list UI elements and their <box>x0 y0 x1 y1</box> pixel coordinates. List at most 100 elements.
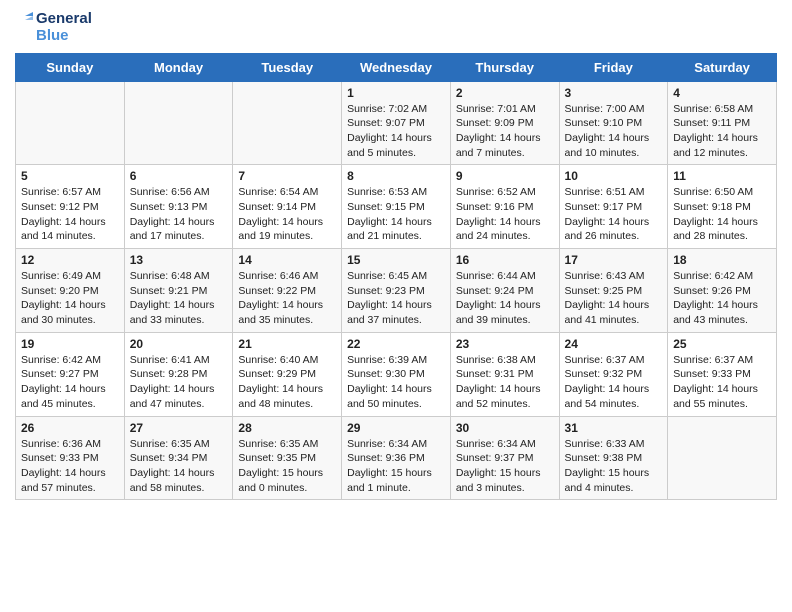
calendar-week-row: 12 Sunrise: 6:49 AM Sunset: 9:20 PM Dayli… <box>16 249 777 333</box>
day-info: Sunrise: 6:54 AM Sunset: 9:14 PM Dayligh… <box>238 185 336 244</box>
calendar-cell: 15 Sunrise: 6:45 AM Sunset: 9:23 PM Dayli… <box>342 249 451 333</box>
day-info: Sunrise: 6:40 AM Sunset: 9:29 PM Dayligh… <box>238 353 336 412</box>
calendar-cell: 28 Sunrise: 6:35 AM Sunset: 9:35 PM Dayli… <box>233 416 342 500</box>
day-info: Sunrise: 6:42 AM Sunset: 9:27 PM Dayligh… <box>21 353 119 412</box>
day-info: Sunrise: 6:49 AM Sunset: 9:20 PM Dayligh… <box>21 269 119 328</box>
calendar-cell: 24 Sunrise: 6:37 AM Sunset: 9:32 PM Dayli… <box>559 332 668 416</box>
weekday-row: SundayMondayTuesdayWednesdayThursdayFrid… <box>16 53 777 81</box>
day-number: 30 <box>456 421 554 435</box>
day-info: Sunrise: 6:37 AM Sunset: 9:32 PM Dayligh… <box>565 353 663 412</box>
day-info: Sunrise: 6:37 AM Sunset: 9:33 PM Dayligh… <box>673 353 771 412</box>
day-number: 5 <box>21 169 119 183</box>
day-number: 3 <box>565 86 663 100</box>
calendar-cell <box>16 81 125 165</box>
page-header: General Blue <box>15 10 777 45</box>
day-number: 25 <box>673 337 771 351</box>
logo-general: General <box>36 10 92 27</box>
calendar-header: SundayMondayTuesdayWednesdayThursdayFrid… <box>16 53 777 81</box>
weekday-header: Monday <box>124 53 233 81</box>
day-info: Sunrise: 6:45 AM Sunset: 9:23 PM Dayligh… <box>347 269 445 328</box>
calendar-cell: 1 Sunrise: 7:02 AM Sunset: 9:07 PM Daylig… <box>342 81 451 165</box>
day-info: Sunrise: 6:35 AM Sunset: 9:34 PM Dayligh… <box>130 437 228 496</box>
day-info: Sunrise: 6:52 AM Sunset: 9:16 PM Dayligh… <box>456 185 554 244</box>
day-info: Sunrise: 6:48 AM Sunset: 9:21 PM Dayligh… <box>130 269 228 328</box>
day-info: Sunrise: 7:01 AM Sunset: 9:09 PM Dayligh… <box>456 102 554 161</box>
day-number: 13 <box>130 253 228 267</box>
day-info: Sunrise: 6:57 AM Sunset: 9:12 PM Dayligh… <box>21 185 119 244</box>
logo-text: General Blue <box>36 10 92 45</box>
day-number: 18 <box>673 253 771 267</box>
day-number: 14 <box>238 253 336 267</box>
calendar-cell: 11Sunrise: 6:50 AM Sunset: 9:18 PM Dayli… <box>668 165 777 249</box>
weekday-header: Friday <box>559 53 668 81</box>
calendar-cell: 10 Sunrise: 6:51 AM Sunset: 9:17 PM Dayli… <box>559 165 668 249</box>
day-number: 19 <box>21 337 119 351</box>
day-number: 20 <box>130 337 228 351</box>
day-info: Sunrise: 6:56 AM Sunset: 9:13 PM Dayligh… <box>130 185 228 244</box>
calendar-cell: 18 Sunrise: 6:42 AM Sunset: 9:26 PM Dayli… <box>668 249 777 333</box>
day-number: 7 <box>238 169 336 183</box>
calendar-cell <box>124 81 233 165</box>
calendar-cell: 31 Sunrise: 6:33 AM Sunset: 9:38 PM Dayli… <box>559 416 668 500</box>
day-number: 15 <box>347 253 445 267</box>
day-number: 28 <box>238 421 336 435</box>
day-number: 4 <box>673 86 771 100</box>
day-info: Sunrise: 6:35 AM Sunset: 9:35 PM Dayligh… <box>238 437 336 496</box>
day-number: 9 <box>456 169 554 183</box>
calendar-cell: 29 Sunrise: 6:34 AM Sunset: 9:36 PM Dayli… <box>342 416 451 500</box>
logo-wrapper: General Blue <box>15 10 92 45</box>
calendar-cell: 9 Sunrise: 6:52 AM Sunset: 9:16 PM Daylig… <box>450 165 559 249</box>
day-info: Sunrise: 6:42 AM Sunset: 9:26 PM Dayligh… <box>673 269 771 328</box>
weekday-header: Sunday <box>16 53 125 81</box>
day-number: 17 <box>565 253 663 267</box>
calendar-week-row: 19 Sunrise: 6:42 AM Sunset: 9:27 PM Dayli… <box>16 332 777 416</box>
day-number: 2 <box>456 86 554 100</box>
calendar-cell: 27 Sunrise: 6:35 AM Sunset: 9:34 PM Dayli… <box>124 416 233 500</box>
calendar-cell <box>233 81 342 165</box>
day-info: Sunrise: 6:34 AM Sunset: 9:36 PM Dayligh… <box>347 437 445 496</box>
day-info: Sunrise: 7:02 AM Sunset: 9:07 PM Dayligh… <box>347 102 445 161</box>
day-number: 6 <box>130 169 228 183</box>
weekday-header: Thursday <box>450 53 559 81</box>
day-number: 31 <box>565 421 663 435</box>
day-number: 10 <box>565 169 663 183</box>
day-info: Sunrise: 6:41 AM Sunset: 9:28 PM Dayligh… <box>130 353 228 412</box>
weekday-header: Saturday <box>668 53 777 81</box>
calendar-cell: 25 Sunrise: 6:37 AM Sunset: 9:33 PM Dayli… <box>668 332 777 416</box>
day-info: Sunrise: 6:51 AM Sunset: 9:17 PM Dayligh… <box>565 185 663 244</box>
calendar-cell: 20 Sunrise: 6:41 AM Sunset: 9:28 PM Dayli… <box>124 332 233 416</box>
day-number: 24 <box>565 337 663 351</box>
calendar-cell: 14Sunrise: 6:46 AM Sunset: 9:22 PM Dayli… <box>233 249 342 333</box>
day-info: Sunrise: 6:53 AM Sunset: 9:15 PM Dayligh… <box>347 185 445 244</box>
weekday-header: Wednesday <box>342 53 451 81</box>
day-number: 12 <box>21 253 119 267</box>
day-number: 8 <box>347 169 445 183</box>
day-info: Sunrise: 6:39 AM Sunset: 9:30 PM Dayligh… <box>347 353 445 412</box>
day-info: Sunrise: 6:38 AM Sunset: 9:31 PM Dayligh… <box>456 353 554 412</box>
day-number: 1 <box>347 86 445 100</box>
day-number: 23 <box>456 337 554 351</box>
calendar-cell: 21Sunrise: 6:40 AM Sunset: 9:29 PM Dayli… <box>233 332 342 416</box>
calendar-cell: 2 Sunrise: 7:01 AM Sunset: 9:09 PM Daylig… <box>450 81 559 165</box>
calendar-cell: 5 Sunrise: 6:57 AM Sunset: 9:12 PM Daylig… <box>16 165 125 249</box>
day-info: Sunrise: 7:00 AM Sunset: 9:10 PM Dayligh… <box>565 102 663 161</box>
calendar-week-row: 26Sunrise: 6:36 AM Sunset: 9:33 PM Dayli… <box>16 416 777 500</box>
calendar-cell: 19 Sunrise: 6:42 AM Sunset: 9:27 PM Dayli… <box>16 332 125 416</box>
calendar-body: 1 Sunrise: 7:02 AM Sunset: 9:07 PM Daylig… <box>16 81 777 500</box>
day-info: Sunrise: 6:34 AM Sunset: 9:37 PM Dayligh… <box>456 437 554 496</box>
logo-blue: Blue <box>36 27 92 44</box>
calendar-cell: 30 Sunrise: 6:34 AM Sunset: 9:37 PM Dayli… <box>450 416 559 500</box>
day-number: 27 <box>130 421 228 435</box>
day-number: 22 <box>347 337 445 351</box>
calendar-week-row: 5 Sunrise: 6:57 AM Sunset: 9:12 PM Daylig… <box>16 165 777 249</box>
day-number: 26 <box>21 421 119 435</box>
weekday-header: Tuesday <box>233 53 342 81</box>
day-info: Sunrise: 6:50 AM Sunset: 9:18 PM Dayligh… <box>673 185 771 244</box>
day-info: Sunrise: 6:33 AM Sunset: 9:38 PM Dayligh… <box>565 437 663 496</box>
calendar-cell <box>668 416 777 500</box>
calendar-cell: 12 Sunrise: 6:49 AM Sunset: 9:20 PM Dayli… <box>16 249 125 333</box>
day-number: 29 <box>347 421 445 435</box>
day-info: Sunrise: 6:58 AM Sunset: 9:11 PM Dayligh… <box>673 102 771 161</box>
calendar-cell: 23 Sunrise: 6:38 AM Sunset: 9:31 PM Dayli… <box>450 332 559 416</box>
logo: General Blue <box>15 10 92 45</box>
